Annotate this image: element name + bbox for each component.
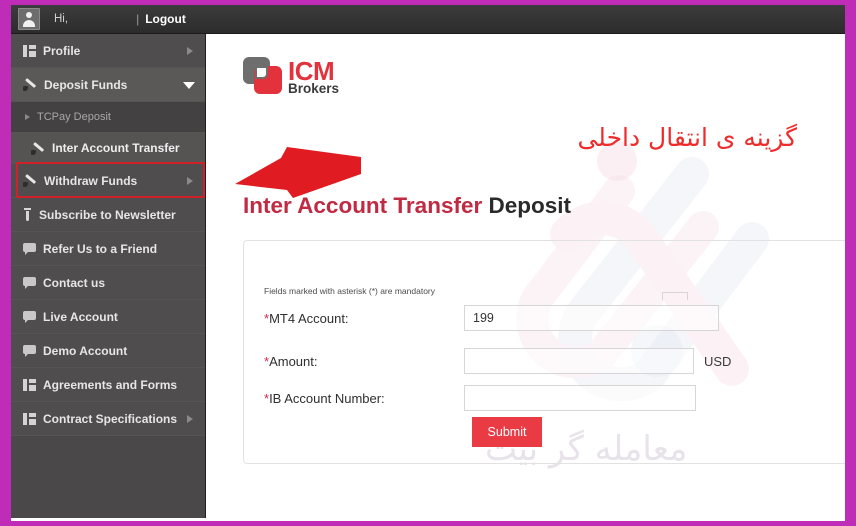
sidebar-item-label: Subscribe to Newsletter [39, 207, 176, 222]
sidebar-item-agreements-and-forms[interactable]: Agreements and Forms [11, 368, 205, 402]
sidebar-nav: Profile Deposit Funds TCPay Deposit Inte… [11, 34, 206, 518]
sidebar-item-profile[interactable]: Profile [11, 34, 205, 68]
sidebar-item-label: Demo Account [43, 343, 128, 358]
sidebar-item-contract-specifications[interactable]: Contract Specifications [11, 402, 205, 436]
brush-icon [23, 174, 37, 187]
sidebar-item-tcpay-deposit[interactable]: TCPay Deposit [11, 102, 205, 133]
columns-icon [23, 44, 36, 57]
caret-right-icon [25, 114, 30, 120]
greeting-text: Hi, [54, 13, 134, 25]
brush-icon [23, 78, 37, 91]
submit-button[interactable]: Submit [472, 417, 542, 447]
sidebar-item-label: Inter Account Transfer [52, 141, 180, 155]
greeting-label: Hi, [54, 13, 69, 25]
logo-hole [257, 68, 266, 77]
main-content: معامله گر بیت ICM Brokers گزینه ی انتقال… [207, 34, 845, 521]
sidebar-item-refer-us-to-a-friend[interactable]: Refer Us to a Friend [11, 232, 205, 266]
page-title-rest: Deposit [482, 193, 571, 218]
ib-account-number-label: *IB Account Number: [264, 390, 385, 406]
sidebar-item-live-account[interactable]: Live Account [11, 300, 205, 334]
left-arrow-icon [235, 147, 361, 198]
chevron-right-icon [187, 414, 193, 423]
mt4-account-label: *MT4 Account: [264, 310, 349, 326]
columns-icon [23, 378, 36, 391]
page-title-highlight: Inter Account Transfer [243, 193, 483, 218]
topbar-separator: | [136, 12, 140, 26]
sidebar-item-subscribe-to-newsletter[interactable]: Subscribe to Newsletter [11, 198, 205, 232]
sidebar-item-label: Contact us [43, 275, 106, 290]
sidebar-item-withdraw-funds[interactable]: Withdraw Funds [11, 164, 205, 198]
user-icon [18, 8, 40, 30]
amount-input[interactable] [464, 348, 694, 374]
sidebar-item-demo-account[interactable]: Demo Account [11, 334, 205, 368]
sidebar-item-deposit-funds[interactable]: Deposit Funds [11, 68, 205, 102]
app-page: Hi, | Logout Profile Deposit Funds TCPay… [11, 5, 845, 521]
amount-currency-suffix: USD [704, 353, 732, 369]
mt4-account-input[interactable] [464, 305, 719, 331]
ib-account-number-input[interactable] [464, 385, 696, 411]
ib-account-number-label-text: IB Account Number: [269, 390, 385, 406]
bubble-icon [23, 277, 36, 289]
annotation-text-persian: گزینه ی انتقال داخلی [577, 123, 797, 152]
sidebar-item-inter-account-transfer[interactable]: Inter Account Transfer [11, 133, 205, 164]
sidebar-item-label: TCPay Deposit [37, 111, 111, 123]
bubble-icon [23, 311, 36, 323]
mt4-account-label-text: MT4 Account: [269, 310, 349, 326]
sidebar-item-label: Refer Us to a Friend [43, 241, 158, 256]
sidebar-item-label: Contract Specifications [43, 411, 178, 426]
top-user-bar: Hi, | Logout [11, 5, 845, 34]
chevron-down-icon [183, 81, 195, 89]
logo-subbrand-text: Brokers [288, 81, 340, 96]
page-title: Inter Account Transfer Deposit [243, 193, 571, 219]
sidebar-item-label: Deposit Funds [44, 77, 128, 92]
brush-icon [31, 142, 45, 155]
logout-link[interactable]: Logout [145, 12, 186, 26]
mandatory-fields-note: Fields marked with asterisk (*) are mand… [264, 286, 436, 296]
amount-label-text: Amount: [269, 353, 318, 369]
sidebar-item-label: Live Account [43, 309, 118, 324]
form-row-amount: *Amount: USD [264, 346, 731, 376]
form-panel: Fields marked with asterisk (*) are mand… [243, 240, 845, 464]
bubble-icon [23, 345, 36, 357]
chevron-right-icon [187, 46, 193, 55]
outer-magenta-frame: Hi, | Logout Profile Deposit Funds TCPay… [0, 0, 856, 526]
chevron-right-icon [187, 176, 193, 185]
sidebar-item-contact-us[interactable]: Contact us [11, 266, 205, 300]
sidebar-item-label: Withdraw Funds [44, 173, 138, 188]
icm-brokers-logo: ICM Brokers [243, 52, 348, 98]
amount-label: *Amount: [264, 353, 318, 369]
sidebar-item-label: Profile [43, 43, 81, 58]
form-row-mt4-account: *MT4 Account: [264, 303, 719, 333]
form-row-ib-account-number: *IB Account Number: [264, 383, 696, 413]
flask-icon [23, 208, 32, 221]
columns-icon [23, 412, 36, 425]
sidebar-item-label: Agreements and Forms [43, 377, 178, 392]
bubble-icon [23, 243, 36, 255]
